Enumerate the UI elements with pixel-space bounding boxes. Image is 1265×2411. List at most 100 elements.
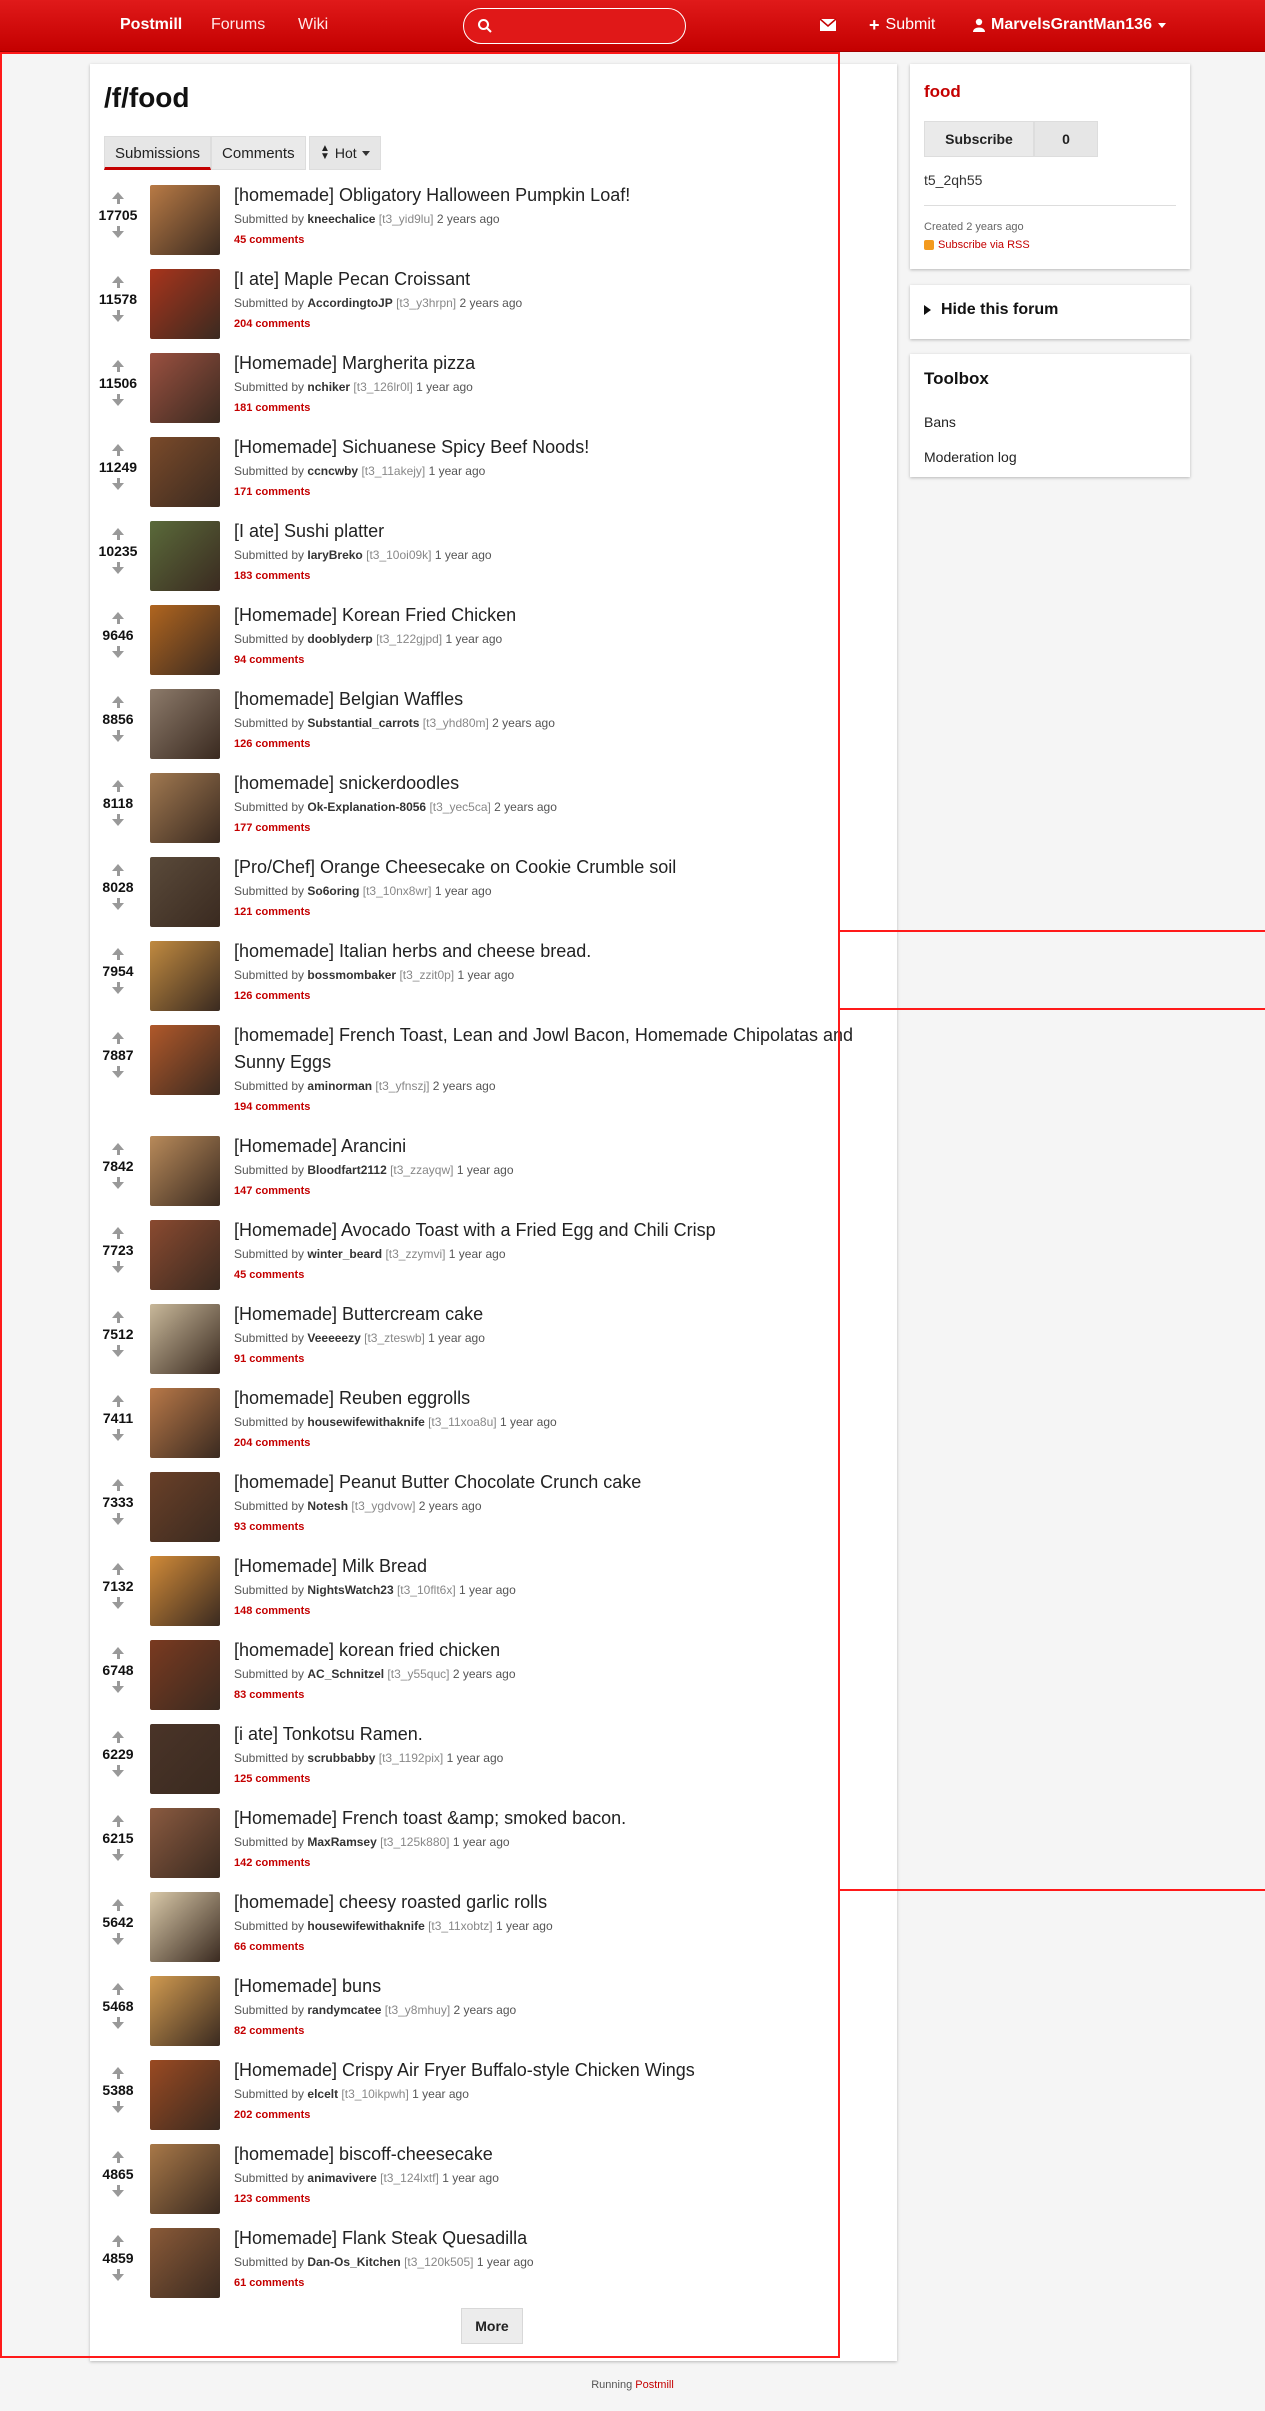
post-age[interactable]: 1 year ago [457,1163,514,1177]
post-thumbnail[interactable] [150,1640,220,1710]
upvote-icon[interactable] [112,1815,124,1822]
post-thumbnail[interactable] [150,1472,220,1542]
sort-dropdown[interactable]: ▲ ▼ Hot [309,136,381,170]
post-title-link[interactable]: [Homemade] Arancini [234,1133,884,1160]
post-age[interactable]: 1 year ago [435,884,492,898]
downvote-icon[interactable] [112,1434,124,1441]
comments-link[interactable]: 177 comments [234,822,310,834]
downvote-icon[interactable] [112,1266,124,1273]
upvote-icon[interactable] [112,1563,124,1570]
author-link[interactable]: ccncwby [307,464,358,478]
brand-link[interactable]: Postmill [120,16,182,34]
post-thumbnail[interactable] [150,437,220,507]
post-thumbnail[interactable] [150,1304,220,1374]
upvote-icon[interactable] [112,948,124,955]
downvote-icon[interactable] [112,1071,124,1078]
post-title-link[interactable]: [homemade] cheesy roasted garlic rolls [234,1889,884,1916]
downvote-icon[interactable] [112,2274,124,2281]
comments-link[interactable]: 45 comments [234,234,304,246]
post-thumbnail[interactable] [150,1388,220,1458]
post-title-link[interactable]: [Homemade] buns [234,1973,884,2000]
author-link[interactable]: Dan-Os_Kitchen [307,2255,400,2269]
post-thumbnail[interactable] [150,2228,220,2298]
downvote-icon[interactable] [112,1854,124,1861]
author-link[interactable]: elcelt [307,2087,338,2101]
upvote-icon[interactable] [112,612,124,619]
post-thumbnail[interactable] [150,941,220,1011]
comments-link[interactable]: 204 comments [234,318,310,330]
comments-link[interactable]: 66 comments [234,1941,304,1953]
post-age[interactable]: 1 year ago [477,2255,534,2269]
tab-submissions[interactable]: Submissions [104,136,212,170]
downvote-icon[interactable] [112,399,124,406]
post-age[interactable]: 1 year ago [435,548,492,562]
downvote-icon[interactable] [112,315,124,322]
downvote-icon[interactable] [112,567,124,574]
post-title-link[interactable]: [Homemade] Buttercream cake [234,1301,884,1328]
post-thumbnail[interactable] [150,605,220,675]
post-title-link[interactable]: [Homemade] Korean Fried Chicken [234,602,884,629]
downvote-icon[interactable] [112,1518,124,1525]
post-thumbnail[interactable] [150,185,220,255]
author-link[interactable]: Notesh [307,1499,348,1513]
post-age[interactable]: 1 year ago [428,1331,485,1345]
post-age[interactable]: 1 year ago [442,2171,499,2185]
upvote-icon[interactable] [112,864,124,871]
post-age[interactable]: 2 years ago [454,2003,517,2017]
comments-link[interactable]: 183 comments [234,570,310,582]
post-thumbnail[interactable] [150,1976,220,2046]
post-title-link[interactable]: [homemade] Obligatory Halloween Pumpkin … [234,182,884,209]
author-link[interactable]: Ok-Explanation-8056 [307,800,426,814]
upvote-icon[interactable] [112,2067,124,2074]
upvote-icon[interactable] [112,1395,124,1402]
post-title-link[interactable]: [homemade] snickerdoodles [234,770,884,797]
upvote-icon[interactable] [112,192,124,199]
comments-link[interactable]: 121 comments [234,906,310,918]
bans-link[interactable]: Bans [924,414,956,430]
post-thumbnail[interactable] [150,521,220,591]
author-link[interactable]: aminorman [307,1079,372,1093]
author-link[interactable]: nchiker [307,380,350,394]
author-link[interactable]: NightsWatch23 [307,1583,393,1597]
user-menu[interactable]: MarvelsGrantMan136 [973,16,1166,34]
post-title-link[interactable]: [Homemade] Milk Bread [234,1553,884,1580]
upvote-icon[interactable] [112,1479,124,1486]
post-age[interactable]: 1 year ago [429,464,486,478]
post-thumbnail[interactable] [150,857,220,927]
downvote-icon[interactable] [112,483,124,490]
comments-link[interactable]: 91 comments [234,1353,304,1365]
upvote-icon[interactable] [112,360,124,367]
comments-link[interactable]: 94 comments [234,654,304,666]
post-age[interactable]: 1 year ago [457,968,514,982]
upvote-icon[interactable] [112,276,124,283]
downvote-icon[interactable] [112,987,124,994]
author-link[interactable]: So6oring [307,884,359,898]
comments-link[interactable]: 147 comments [234,1185,310,1197]
downvote-icon[interactable] [112,1182,124,1189]
post-age[interactable]: 1 year ago [447,1751,504,1765]
downvote-icon[interactable] [112,231,124,238]
upvote-icon[interactable] [112,2151,124,2158]
post-title-link[interactable]: [homemade] Peanut Butter Chocolate Crunc… [234,1469,884,1496]
post-age[interactable]: 2 years ago [459,296,522,310]
comments-link[interactable]: 93 comments [234,1521,304,1533]
post-age[interactable]: 2 years ago [494,800,557,814]
downvote-icon[interactable] [112,819,124,826]
hide-forum-toggle[interactable]: Hide this forum [924,301,1058,319]
comments-link[interactable]: 61 comments [234,2277,304,2289]
upvote-icon[interactable] [112,1731,124,1738]
downvote-icon[interactable] [112,1770,124,1777]
comments-link[interactable]: 126 comments [234,990,310,1002]
post-age[interactable]: 1 year ago [496,1919,553,1933]
author-link[interactable]: IaryBreko [307,548,362,562]
author-link[interactable]: randymcatee [307,2003,381,2017]
post-age[interactable]: 1 year ago [416,380,473,394]
downvote-icon[interactable] [112,735,124,742]
post-title-link[interactable]: [homemade] Belgian Waffles [234,686,884,713]
post-age[interactable]: 2 years ago [492,716,555,730]
comments-link[interactable]: 45 comments [234,1269,304,1281]
post-age[interactable]: 1 year ago [459,1583,516,1597]
post-thumbnail[interactable] [150,269,220,339]
post-thumbnail[interactable] [150,2144,220,2214]
comments-link[interactable]: 202 comments [234,2109,310,2121]
